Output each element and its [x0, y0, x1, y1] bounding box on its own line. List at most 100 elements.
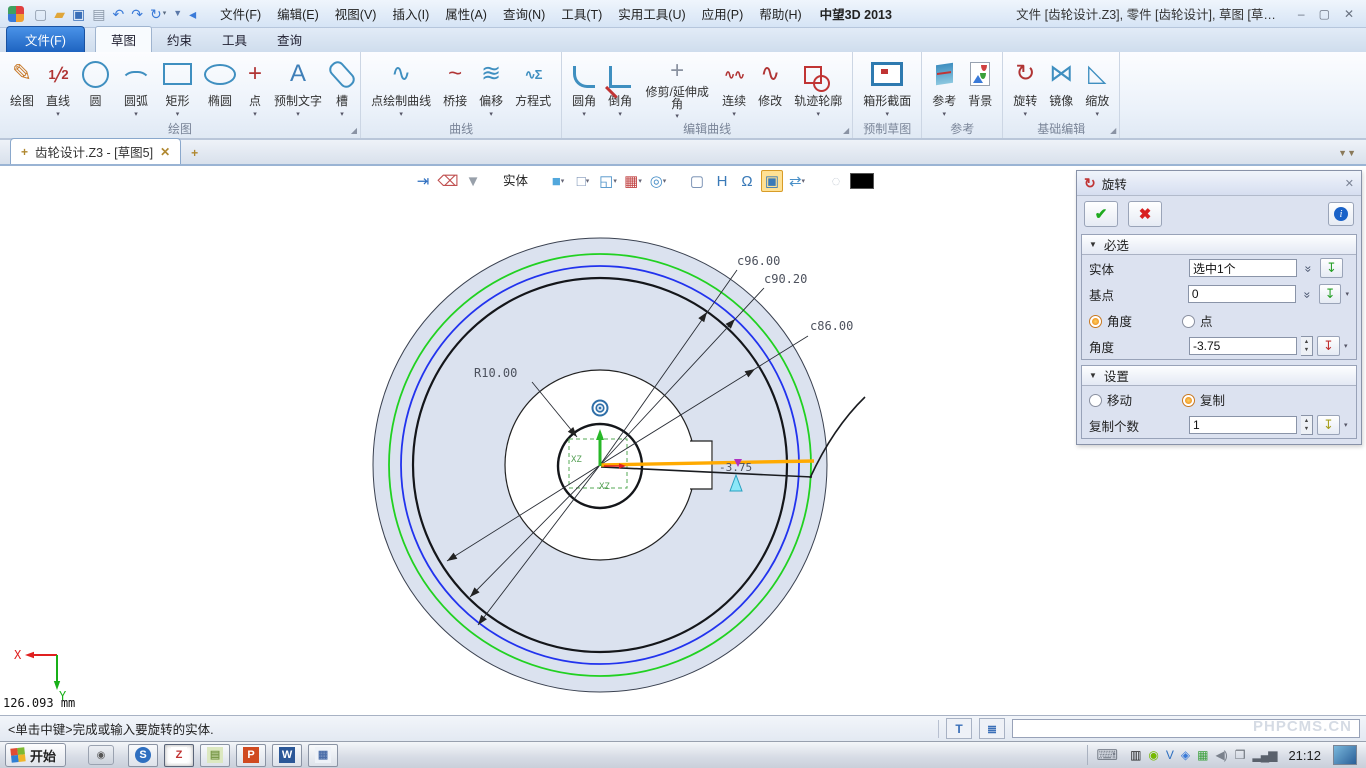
- clock[interactable]: 21:12: [1288, 748, 1321, 763]
- exit-sketch-icon[interactable]: ⇥: [412, 170, 434, 192]
- ribbon-tab-0[interactable]: 草图: [95, 26, 152, 52]
- undo-icon[interactable]: ↶: [112, 7, 124, 21]
- ribbon-button-2-group-0[interactable]: 圆: [76, 54, 115, 120]
- dropdown-caret-icon[interactable]: ▾: [1345, 290, 1349, 298]
- file-menu-button[interactable]: 文件(F): [6, 26, 85, 52]
- sketch-canvas[interactable]: XZ XZ: [0, 166, 1366, 715]
- dropdown-caret-icon[interactable]: ▾: [885, 110, 889, 118]
- dropdown-caret-icon[interactable]: ▾: [586, 178, 590, 185]
- taskbar-app-calculator[interactable]: ▦: [308, 744, 338, 767]
- shaded-display-icon[interactable]: ■▾: [547, 170, 569, 192]
- zoom-preview-icon[interactable]: ◎▾: [647, 170, 669, 192]
- expand-chevron-icon[interactable]: »: [1300, 287, 1314, 302]
- dim-label-c90[interactable]: c90.20: [764, 272, 807, 286]
- tray-du-meter-icon[interactable]: ▥: [1130, 749, 1140, 761]
- filter-icon[interactable]: ▼: [462, 170, 484, 192]
- point-radio[interactable]: 点: [1182, 311, 1213, 330]
- ribbon-button-0-group-0[interactable]: ✎绘图: [4, 54, 40, 120]
- info-button[interactable]: i: [1328, 202, 1354, 226]
- copies-input[interactable]: [1189, 416, 1297, 434]
- open-file-icon[interactable]: ▰: [54, 7, 65, 21]
- base-point-input[interactable]: [1188, 285, 1296, 303]
- required-section-header[interactable]: ▼ 必选: [1082, 235, 1356, 255]
- tray-security-shield-icon[interactable]: ◈: [1181, 749, 1189, 761]
- ribbon-button-0-group-2[interactable]: 圆角▾: [566, 54, 602, 120]
- close-button[interactable]: ✕: [1344, 7, 1354, 21]
- tab-pin-icon[interactable]: +: [21, 145, 28, 159]
- angle-input[interactable]: [1189, 337, 1297, 355]
- taskbar-app-zw3d[interactable]: Z: [164, 744, 194, 767]
- expand-chevron-icon[interactable]: »: [1302, 261, 1316, 276]
- ribbon-button-4-group-2[interactable]: ∿修改: [752, 54, 788, 120]
- resize-window-icon[interactable]: ▢: [686, 170, 708, 192]
- dropdown-caret-icon[interactable]: ▾: [1096, 110, 1100, 118]
- tray-nvidia-icon[interactable]: ◉: [1148, 749, 1157, 761]
- ribbon-button-2-group-1[interactable]: ≋偏移▾: [473, 54, 509, 120]
- ribbon-button-2-group-2[interactable]: +修剪/延伸成角▾: [638, 54, 716, 120]
- tray-power-plug-icon[interactable]: ❒: [1235, 749, 1245, 761]
- dropdown-caret-icon[interactable]: ▾: [675, 112, 679, 120]
- save-file-icon[interactable]: ▣: [72, 7, 85, 21]
- dropdown-caret-icon[interactable]: ▾: [1344, 342, 1348, 350]
- new-tab-button[interactable]: +: [191, 146, 198, 164]
- dropdown-caret-icon[interactable]: ▾: [618, 110, 622, 118]
- collapse-menu-icon[interactable]: ◂: [189, 7, 196, 21]
- toolbar-options-icon[interactable]: ▼: [173, 9, 182, 18]
- dropdown-caret-icon[interactable]: ▾: [582, 110, 586, 118]
- dim-label-r10[interactable]: R10.00: [474, 366, 517, 380]
- move-radio[interactable]: 移动: [1089, 390, 1132, 409]
- keyway-notch[interactable]: [690, 441, 712, 489]
- tray-volume-icon[interactable]: ◀): [1215, 749, 1226, 761]
- swap-view-icon[interactable]: ⇄▾: [786, 170, 808, 192]
- dim-label-c96[interactable]: c96.00: [737, 254, 780, 268]
- document-tab[interactable]: + 齿轮设计.Z3 - [草图5] ✕: [10, 138, 181, 164]
- show-desktop-button[interactable]: [1333, 745, 1357, 765]
- dropdown-caret-icon[interactable]: ▾: [1344, 421, 1348, 429]
- taskbar-app-browser[interactable]: S: [128, 744, 158, 767]
- dropdown-caret-icon[interactable]: ▾: [489, 110, 493, 118]
- wireframe-display-icon[interactable]: □▾: [572, 170, 594, 192]
- dropdown-caret-icon[interactable]: ▾: [340, 110, 344, 118]
- command-list-icon[interactable]: ≣: [979, 718, 1005, 739]
- dropdown-caret-icon[interactable]: ▾: [561, 178, 565, 185]
- perimeter-constraint-icon[interactable]: Ω: [736, 170, 758, 192]
- menu-item-5[interactable]: 查询(N): [495, 1, 553, 26]
- cancel-button[interactable]: ✖: [1128, 201, 1162, 227]
- ribbon-button-1-group-4[interactable]: 背景: [962, 54, 998, 120]
- dropdown-caret-icon[interactable]: ▾: [253, 110, 257, 118]
- dropdown-caret-icon[interactable]: ▾: [176, 110, 180, 118]
- dropdown-caret-icon[interactable]: ▾: [399, 110, 403, 118]
- dim-label-c86[interactable]: c86.00: [810, 319, 853, 333]
- screenshot-tool-icon[interactable]: ◉: [88, 745, 114, 765]
- menu-item-0[interactable]: 文件(F): [212, 1, 269, 26]
- angle-radio[interactable]: 角度: [1089, 311, 1132, 330]
- measure-angle-button[interactable]: ↧: [1317, 336, 1340, 356]
- taskbar-app-powerpoint[interactable]: P: [236, 744, 266, 767]
- dialog-launcher-icon[interactable]: ◢: [351, 126, 357, 135]
- ribbon-button-3-group-2[interactable]: ∿∿连续▾: [716, 54, 752, 120]
- view-gizmo-icon[interactable]: ↻▾: [150, 7, 166, 21]
- ribbon-button-3-group-0[interactable]: 圆弧▾: [115, 54, 157, 120]
- ribbon-button-0-group-3[interactable]: 箱形截面▾: [857, 54, 917, 120]
- eraser-icon[interactable]: ⌫: [437, 170, 459, 192]
- ribbon-tab-3[interactable]: 查询: [262, 27, 317, 52]
- tray-color-grid-icon[interactable]: ▦: [1197, 749, 1207, 761]
- pick-base-point-button[interactable]: ↧: [1319, 284, 1342, 304]
- ribbon-button-7-group-0[interactable]: A预制文字▾: [268, 54, 328, 120]
- pick-entity-button[interactable]: ↧: [1320, 258, 1343, 278]
- ribbon-button-1-group-2[interactable]: 倒角▾: [602, 54, 638, 120]
- ribbon-button-6-group-0[interactable]: +点▾: [242, 54, 268, 120]
- dialog-launcher-icon[interactable]: ◢: [843, 126, 849, 135]
- dropdown-caret-icon[interactable]: ▾: [613, 178, 617, 185]
- line-color-swatch[interactable]: [850, 170, 874, 192]
- ribbon-button-5-group-2[interactable]: 轨迹轮廓▾: [788, 54, 848, 120]
- tray-network-signal-icon[interactable]: ▂▄▆: [1252, 749, 1276, 761]
- dropdown-caret-icon[interactable]: ▾: [56, 110, 60, 118]
- dropdown-caret-icon[interactable]: ▾: [816, 110, 820, 118]
- restore-button[interactable]: ▢: [1319, 7, 1330, 21]
- menu-item-1[interactable]: 编辑(E): [269, 1, 327, 26]
- ribbon-button-8-group-0[interactable]: 槽▾: [328, 54, 356, 120]
- ribbon-button-1-group-1[interactable]: ~桥接: [437, 54, 473, 120]
- taskbar-app-word[interactable]: W: [272, 744, 302, 767]
- tray-v-app-icon[interactable]: V: [1166, 749, 1173, 761]
